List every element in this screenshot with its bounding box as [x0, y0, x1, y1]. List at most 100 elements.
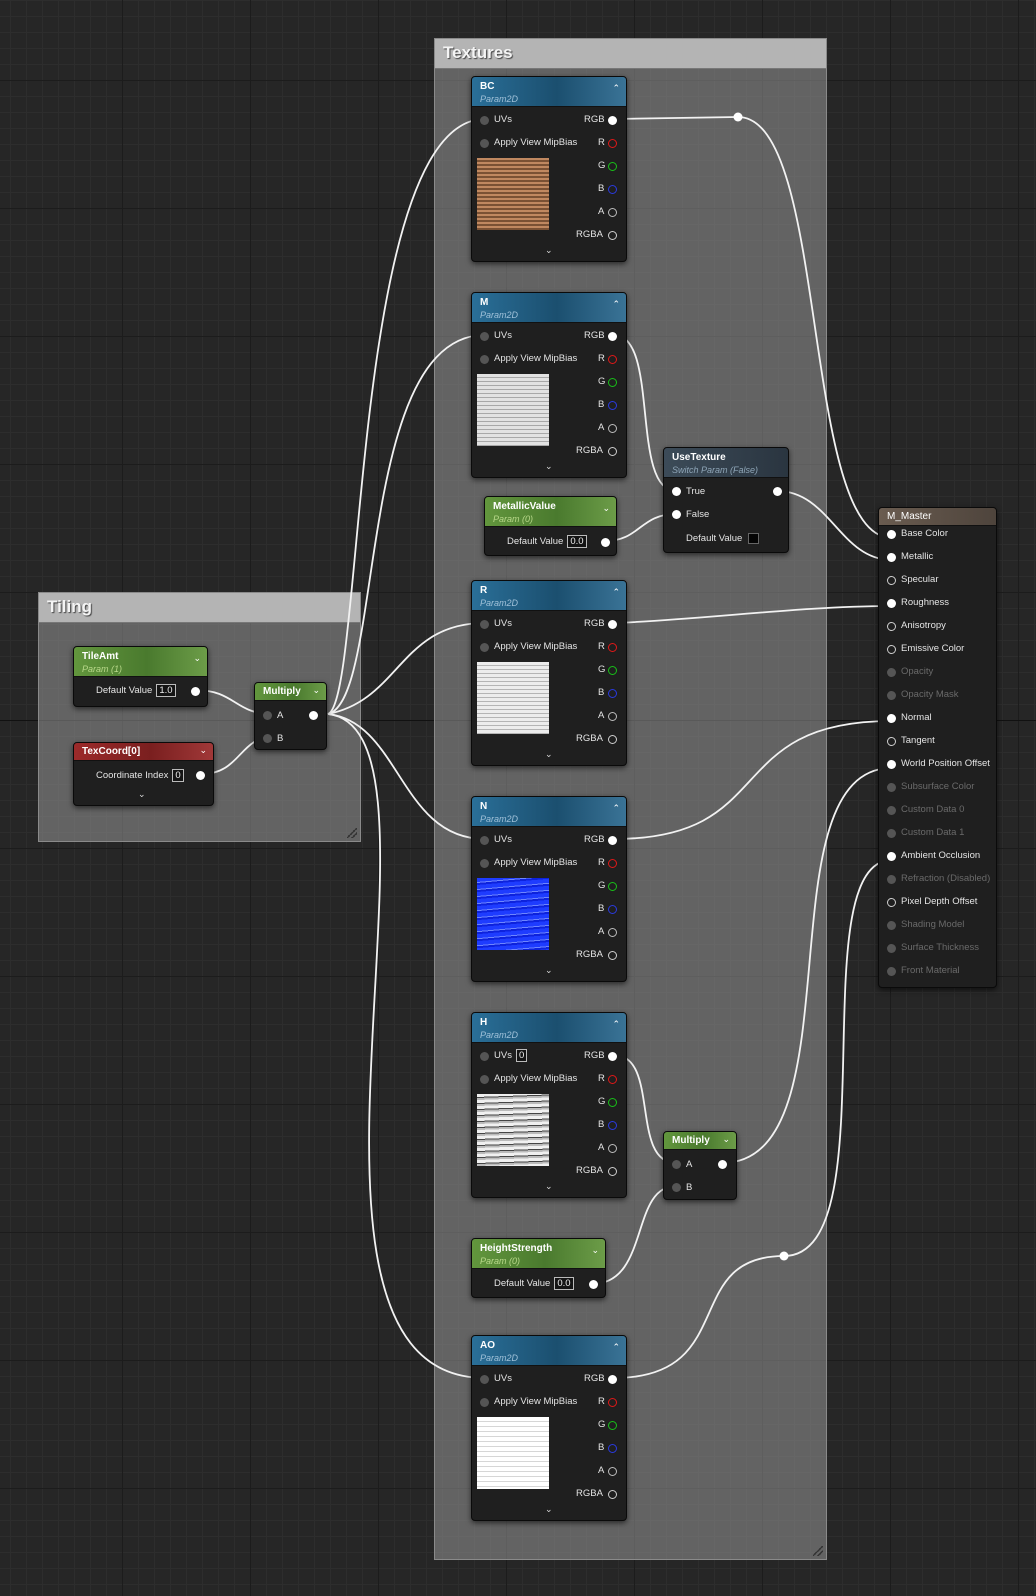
output-pin-r[interactable]	[608, 1075, 617, 1084]
output-pin-g[interactable]	[608, 162, 617, 171]
output-pin-b[interactable]	[608, 401, 617, 410]
output-pin-r[interactable]	[608, 355, 617, 364]
texture-sample-node-bc[interactable]: BC Param2D ⌃ UVs Apply View MipBias RGB R G B A RG…	[471, 76, 627, 262]
chevron-down-icon[interactable]: ⌄	[722, 1134, 730, 1145]
master-input-pin[interactable]	[887, 829, 896, 838]
master-input-pin[interactable]	[887, 806, 896, 815]
height-strength-node[interactable]: HeightStrength Param (0) ⌄ Default Value…	[471, 1238, 606, 1298]
output-pin-rgba[interactable]	[608, 447, 617, 456]
default-value-input[interactable]: 1.0	[156, 684, 176, 697]
output-pin-b[interactable]	[608, 1121, 617, 1130]
master-input-pin[interactable]	[887, 875, 896, 884]
multiply-node-tiling[interactable]: Multiply ⌄ A B	[254, 682, 327, 750]
input-pin-a[interactable]	[672, 1160, 681, 1169]
node-header[interactable]: N Param2D ⌃	[472, 797, 626, 827]
output-pin-rgba[interactable]	[608, 1167, 617, 1176]
master-input-pin[interactable]	[887, 783, 896, 792]
node-header[interactable]: M_Master	[879, 508, 996, 526]
chevron-up-icon[interactable]: ⌃	[612, 299, 620, 310]
input-pin-mipbias[interactable]	[480, 1075, 489, 1084]
node-header[interactable]: AO Param2D ⌃	[472, 1336, 626, 1366]
chevron-up-icon[interactable]: ⌃	[612, 803, 620, 814]
master-input-pin[interactable]	[887, 576, 896, 585]
texture-sample-node-n[interactable]: N Param2D ⌃ UVs Apply View MipBias RGB R G B A RGB…	[471, 796, 627, 982]
material-master-node[interactable]: M_Master Base Color Metallic Specular Rough…	[878, 507, 997, 988]
output-pin[interactable]	[773, 487, 782, 496]
output-pin-a[interactable]	[608, 928, 617, 937]
input-pin-a[interactable]	[263, 711, 272, 720]
node-header[interactable]: TileAmt Param (1) ⌄	[74, 647, 207, 677]
output-pin[interactable]	[601, 538, 610, 547]
texture-sample-node-r[interactable]: R Param2D ⌃ UVs Apply View MipBias RGB R G B A RGB…	[471, 580, 627, 766]
output-pin-rgb[interactable]	[608, 836, 617, 845]
output-pin-g[interactable]	[608, 882, 617, 891]
input-pin-uvs[interactable]	[480, 1375, 489, 1384]
output-pin-a[interactable]	[608, 1467, 617, 1476]
output-pin-rgb[interactable]	[608, 116, 617, 125]
master-input-pin[interactable]	[887, 898, 896, 907]
expand-chevron-icon[interactable]: ⌄	[545, 965, 553, 976]
master-input-pin[interactable]	[887, 622, 896, 631]
default-value-input[interactable]: 0.0	[567, 535, 587, 548]
expand-chevron-icon[interactable]: ⌄	[545, 461, 553, 472]
multiply-node-height[interactable]: Multiply ⌄ A B	[663, 1131, 737, 1200]
node-header[interactable]: M Param2D ⌃	[472, 293, 626, 323]
master-input-pin[interactable]	[887, 760, 896, 769]
master-input-pin[interactable]	[887, 691, 896, 700]
input-pin-uvs[interactable]	[480, 836, 489, 845]
input-pin-uvs[interactable]	[480, 332, 489, 341]
input-pin-uvs[interactable]	[480, 116, 489, 125]
coordinate-index-input[interactable]: 0	[172, 769, 184, 782]
output-pin-r[interactable]	[608, 139, 617, 148]
chevron-down-icon[interactable]: ⌄	[193, 653, 201, 664]
input-pin-uvs[interactable]	[480, 1052, 489, 1061]
input-pin-mipbias[interactable]	[480, 859, 489, 868]
input-pin-mipbias[interactable]	[480, 139, 489, 148]
node-header[interactable]: Multiply ⌄	[255, 683, 326, 701]
output-pin-b[interactable]	[608, 185, 617, 194]
master-input-pin[interactable]	[887, 737, 896, 746]
tile-amt-node[interactable]: TileAmt Param (1) ⌄ Default Value 1.0	[73, 646, 208, 707]
master-input-pin[interactable]	[887, 852, 896, 861]
output-pin-rgba[interactable]	[608, 951, 617, 960]
chevron-up-icon[interactable]: ⌃	[612, 83, 620, 94]
chevron-down-icon[interactable]: ⌄	[312, 685, 320, 696]
texcoord-node[interactable]: TexCoord[0] ⌄ Coordinate Index 0 ⌄	[73, 742, 214, 806]
node-header[interactable]: HeightStrength Param (0) ⌄	[472, 1239, 605, 1269]
master-input-pin[interactable]	[887, 553, 896, 562]
output-pin-a[interactable]	[608, 712, 617, 721]
chevron-down-icon[interactable]: ⌄	[591, 1245, 599, 1256]
output-pin-r[interactable]	[608, 859, 617, 868]
output-pin-r[interactable]	[608, 1398, 617, 1407]
master-input-pin[interactable]	[887, 599, 896, 608]
output-pin[interactable]	[718, 1160, 727, 1169]
master-input-pin[interactable]	[887, 714, 896, 723]
output-pin-a[interactable]	[608, 208, 617, 217]
master-input-pin[interactable]	[887, 645, 896, 654]
output-pin-g[interactable]	[608, 378, 617, 387]
output-pin[interactable]	[309, 711, 318, 720]
node-header[interactable]: H Param2D ⌃	[472, 1013, 626, 1043]
output-pin-r[interactable]	[608, 643, 617, 652]
input-pin-uvs[interactable]	[480, 620, 489, 629]
output-pin-a[interactable]	[608, 424, 617, 433]
node-header[interactable]: UseTexture Switch Param (False)	[664, 448, 788, 478]
texture-sample-node-ao[interactable]: AO Param2D ⌃ UVs Apply View MipBias RGB R G B A RG…	[471, 1335, 627, 1521]
expand-chevron-icon[interactable]: ⌄	[545, 1504, 553, 1515]
default-value-checkbox[interactable]	[748, 532, 760, 544]
expand-chevron-icon[interactable]: ⌄	[545, 245, 553, 256]
chevron-up-icon[interactable]: ⌃	[612, 1019, 620, 1030]
input-pin-mipbias[interactable]	[480, 1398, 489, 1407]
output-pin-rgb[interactable]	[608, 1052, 617, 1061]
node-header[interactable]: MetallicValue Param (0) ⌄	[485, 497, 616, 527]
expand-chevron-icon[interactable]: ⌄	[545, 1181, 553, 1192]
expand-chevron-icon[interactable]: ⌄	[138, 789, 146, 800]
texture-sample-node-m[interactable]: M Param2D ⌃ UVs Apply View MipBias RGB R G B A RGB…	[471, 292, 627, 478]
use-texture-switch-node[interactable]: UseTexture Switch Param (False) True Fal…	[663, 447, 789, 553]
texture-sample-node-h[interactable]: H Param2D ⌃ UVs 0 Apply View MipBias RGB R G B A RG…	[471, 1012, 627, 1198]
output-pin-g[interactable]	[608, 1421, 617, 1430]
node-header[interactable]: R Param2D ⌃	[472, 581, 626, 611]
output-pin-rgba[interactable]	[608, 1490, 617, 1499]
output-pin-rgb[interactable]	[608, 620, 617, 629]
input-pin-b[interactable]	[672, 1183, 681, 1192]
